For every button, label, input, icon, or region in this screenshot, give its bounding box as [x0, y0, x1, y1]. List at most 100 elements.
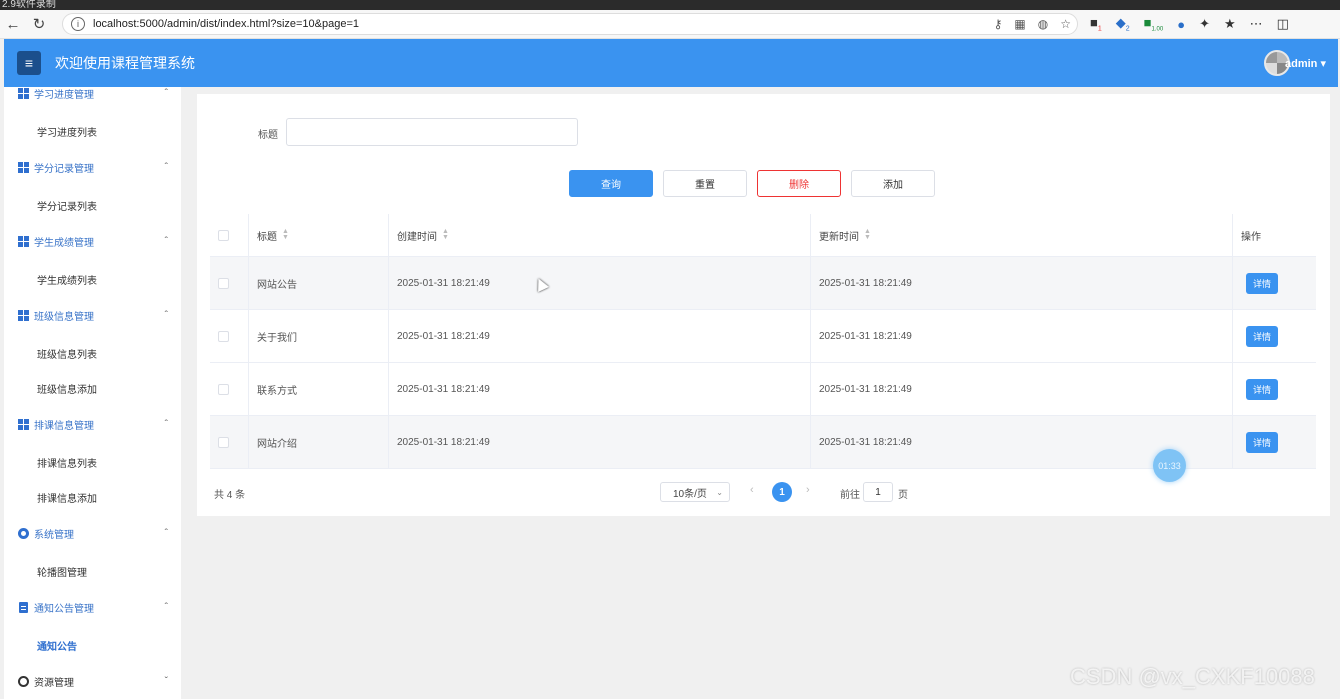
back-icon[interactable]: ←	[0, 11, 26, 37]
sidebar-group-system[interactable]: 系统管理 ˆ	[4, 522, 181, 544]
recording-timer[interactable]: 01:33	[1153, 449, 1186, 482]
sidebar-item-grades-list[interactable]: 学生成绩列表	[37, 272, 97, 287]
column-created[interactable]: 创建时间 ▲ ▼	[389, 214, 811, 256]
favorites-icon[interactable]: ★	[1224, 16, 1236, 32]
chevron-down-icon: ⌄	[716, 487, 723, 497]
cell-title: 关于我们	[249, 310, 389, 362]
cell-title: 联系方式	[249, 363, 389, 415]
cell-title: 网站介绍	[249, 416, 389, 468]
detail-button[interactable]: 详情	[1246, 325, 1278, 347]
circle-icon	[18, 675, 29, 687]
sidebar-group-progress[interactable]: 学习进度管理 ˆ	[4, 87, 181, 104]
address-bar[interactable]: i localhost:5000/admin/dist/index.html?s…	[62, 13, 1078, 35]
extension-icon-2[interactable]: ◆2	[1116, 15, 1130, 33]
sidebar-group-label: 学分记录管理	[34, 163, 94, 175]
sidebar-item-class-list[interactable]: 班级信息列表	[37, 346, 97, 361]
prev-page-icon[interactable]: ‹	[750, 484, 754, 496]
translate-icon[interactable]: ◍	[1038, 17, 1048, 31]
notices-table: 标题 ▲ ▼ 创建时间 ▲ ▼ 更新时间 ▲ ▼ 操作 网站公告 2025-01-31 18…	[210, 214, 1316, 469]
grid-icon	[18, 309, 29, 321]
detail-button[interactable]: 详情	[1246, 431, 1278, 453]
reset-button[interactable]: 重置	[663, 170, 747, 197]
reload-icon[interactable]: ↻	[26, 11, 52, 37]
url-text: localhost:5000/admin/dist/index.html?siz…	[93, 18, 360, 30]
page-number-current[interactable]: 1	[772, 482, 792, 502]
cell-created: 2025-01-31 18:21:49	[389, 416, 811, 468]
sidebar-group-credits[interactable]: 学分记录管理 ˆ	[4, 156, 181, 178]
user-menu[interactable]: admin ▾	[1285, 57, 1326, 70]
query-button[interactable]: 查询	[569, 170, 653, 197]
extension-icon-1[interactable]: ■1	[1090, 15, 1102, 33]
sidebar-group-notices[interactable]: 通知公告管理 ˆ	[4, 596, 181, 618]
sidebar-item-credits-list[interactable]: 学分记录列表	[37, 198, 97, 213]
sidebar-group-label: 排课信息管理	[34, 420, 94, 432]
detail-button[interactable]: 详情	[1246, 378, 1278, 400]
title-filter-label: 标题	[258, 130, 278, 141]
add-button[interactable]: 添加	[851, 170, 935, 197]
sidebar-group-grades[interactable]: 学生成绩管理 ˆ	[4, 230, 181, 252]
sidebar-group-resources[interactable]: 资源管理 ˇ	[4, 670, 181, 692]
favorite-star-icon[interactable]: ☆	[1060, 17, 1071, 31]
recorder-title-strip: 2.9软件录制	[0, 0, 1340, 10]
next-page-icon[interactable]: ›	[806, 484, 810, 496]
column-title[interactable]: 标题 ▲ ▼	[249, 214, 389, 256]
sidebar-group-schedule[interactable]: 排课信息管理 ˆ	[4, 413, 181, 435]
delete-button[interactable]: 删除	[757, 170, 841, 197]
sidebar-group-label: 资源管理	[34, 677, 74, 689]
reader-icon[interactable]: ▦	[1014, 17, 1025, 31]
table-row: 网站公告 2025-01-31 18:21:49 2025-01-31 18:2…	[210, 257, 1316, 310]
chevron-up-icon: ˆ	[164, 527, 168, 539]
sidebar-group-classes[interactable]: 班级信息管理 ˆ	[4, 304, 181, 326]
extension-icon-4[interactable]: ●	[1177, 17, 1185, 32]
grid-icon	[18, 161, 29, 173]
sidebar-item-notices[interactable]: 通知公告	[37, 638, 77, 653]
row-checkbox[interactable]	[218, 330, 229, 342]
sidebar-item-carousel[interactable]: 轮播图管理	[37, 564, 87, 579]
sidebar-group-label: 学生成绩管理	[34, 237, 94, 249]
sidebar-group-label: 学习进度管理	[34, 89, 94, 101]
table-row: 网站介绍 2025-01-31 18:21:49 2025-01-31 18:2…	[210, 416, 1316, 469]
row-checkbox[interactable]	[218, 436, 229, 448]
goto-page-input[interactable]: 1	[863, 482, 893, 502]
sort-icon[interactable]: ▲ ▼	[282, 228, 289, 241]
sidebar-item-schedule-add[interactable]: 排课信息添加	[37, 490, 97, 505]
title-search-input[interactable]	[286, 118, 578, 146]
browser-toolbar: ← ↻ i localhost:5000/admin/dist/index.ht…	[0, 10, 1340, 39]
select-all-checkbox[interactable]	[218, 229, 229, 241]
more-menu-icon[interactable]: ⋯	[1250, 16, 1263, 32]
cell-updated: 2025-01-31 18:21:49	[811, 310, 1233, 362]
chevron-up-icon: ˆ	[164, 235, 168, 247]
sidebar-item-schedule-list[interactable]: 排课信息列表	[37, 455, 97, 470]
cell-updated: 2025-01-31 18:21:49	[811, 257, 1233, 309]
detail-button[interactable]: 详情	[1246, 272, 1278, 294]
chevron-up-icon: ˆ	[164, 418, 168, 430]
sidebar-item-class-add[interactable]: 班级信息添加	[37, 381, 97, 396]
site-info-icon[interactable]: i	[71, 17, 85, 31]
page-size-select[interactable]: 10条/页 ⌄	[660, 482, 730, 502]
recorder-title: 2.9软件录制	[2, 0, 56, 10]
sort-icon[interactable]: ▲ ▼	[864, 228, 871, 241]
sidebar-group-label: 通知公告管理	[34, 603, 94, 615]
extensions-puzzle-icon[interactable]: ✦	[1199, 16, 1210, 32]
extension-icon-3[interactable]: ■1.00	[1144, 15, 1164, 33]
cell-created: 2025-01-31 18:21:49	[389, 310, 811, 362]
pagination-total: 共 4 条	[214, 490, 246, 501]
chevron-up-icon: ˆ	[164, 601, 168, 613]
cell-created: 2025-01-31 18:21:49	[389, 257, 811, 309]
sort-icon[interactable]: ▲ ▼	[442, 228, 449, 241]
row-checkbox[interactable]	[218, 383, 229, 395]
sidebar-toggle-icon[interactable]: ◫	[1277, 16, 1289, 32]
chevron-up-icon: ˆ	[164, 87, 168, 99]
hamburger-menu-icon[interactable]: ≡	[17, 51, 41, 75]
table-row: 关于我们 2025-01-31 18:21:49 2025-01-31 18:2…	[210, 310, 1316, 363]
grid-icon	[18, 235, 29, 247]
column-updated[interactable]: 更新时间 ▲ ▼	[811, 214, 1233, 256]
document-icon	[19, 601, 28, 613]
column-actions: 操作	[1241, 231, 1261, 243]
row-checkbox[interactable]	[218, 277, 229, 289]
sidebar-item-progress-list[interactable]: 学习进度列表	[37, 124, 97, 139]
chevron-up-icon: ˆ	[164, 309, 168, 321]
user-name: admin	[1285, 58, 1318, 70]
cell-title: 网站公告	[249, 257, 389, 309]
key-icon[interactable]: ⚷	[994, 17, 1003, 31]
